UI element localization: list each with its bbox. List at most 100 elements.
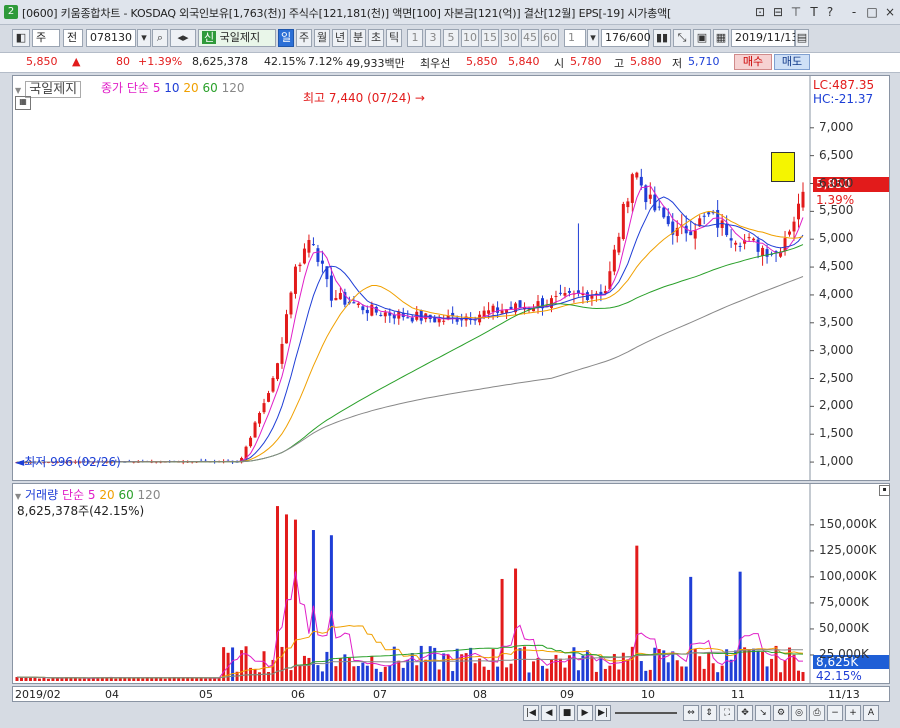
volume-bar <box>783 660 787 681</box>
fullscreen-icon[interactable]: ⛶ <box>719 705 735 721</box>
save-icon[interactable]: ▣ <box>693 29 711 47</box>
volume-bar <box>78 678 82 681</box>
interval-60-button[interactable]: 60 <box>541 29 559 47</box>
candle-body <box>406 317 410 319</box>
close-button[interactable]: × <box>882 4 898 20</box>
minimize-button[interactable]: - <box>846 4 862 20</box>
view-select[interactable]: 전 <box>63 29 83 47</box>
volume-bar <box>540 665 544 681</box>
volume-bar <box>761 651 765 681</box>
interval-5-button[interactable]: 5 <box>443 29 459 47</box>
up-arrow-icon: ▲ <box>72 55 81 68</box>
code-dropdown-icon[interactable]: ▾ <box>137 29 151 47</box>
volume-bar <box>284 514 288 681</box>
interval-10-button[interactable]: 10 <box>461 29 479 47</box>
zoom-range-icon[interactable]: ⇕ <box>701 705 717 721</box>
volume-value: 8,625,378 <box>192 55 248 68</box>
volume-bar <box>716 672 720 681</box>
bars-icon[interactable]: ▮▮ <box>653 29 671 47</box>
candle-body <box>311 244 315 246</box>
volume-collapse-icon[interactable]: ▼ <box>15 492 21 501</box>
add-icon[interactable]: + <box>845 705 861 721</box>
grid-toggle-icon[interactable]: ▦ <box>15 96 31 110</box>
order-marker[interactable] <box>771 152 795 182</box>
volume-bar <box>428 646 432 681</box>
zoom-fit-icon[interactable]: ⇔ <box>683 705 699 721</box>
period-month-button[interactable]: 월 <box>314 29 330 47</box>
maximize-button[interactable]: □ <box>864 4 880 20</box>
zoom-slider-track[interactable] <box>615 712 677 714</box>
market-select[interactable]: 주 <box>32 29 60 47</box>
settings-icon[interactable]: ⚙ <box>773 705 789 721</box>
price-chart-panel[interactable]: ▼ 국일제지 종가 단순 5 10 20 60 120 ▦ LC:487.35 … <box>12 75 890 481</box>
volume-tick-label: 150,000K <box>819 516 877 531</box>
scroll-prev-icon[interactable]: ◀ <box>541 705 557 721</box>
ma20-line <box>17 210 804 463</box>
volume-panel-menu-icon[interactable]: ▪ <box>879 485 890 496</box>
candle-body <box>626 201 630 208</box>
stock-name-field[interactable]: 신 국일제지 <box>198 29 276 47</box>
volume-bar <box>311 530 315 681</box>
text-icon[interactable]: T <box>806 4 822 20</box>
help-icon[interactable]: ? <box>822 4 838 20</box>
period-week-button[interactable]: 주 <box>296 29 312 47</box>
candle-body <box>356 303 360 305</box>
volume-bar <box>302 655 306 681</box>
sell-button[interactable]: 매도 <box>774 54 810 70</box>
crosshair-icon[interactable]: ✥ <box>737 705 753 721</box>
interval-30-button[interactable]: 30 <box>501 29 519 47</box>
volume-bar <box>19 677 23 681</box>
volume-bar <box>675 660 679 681</box>
candle-body <box>644 185 648 203</box>
scroll-last-icon[interactable]: ▶| <box>595 705 611 721</box>
period-day-button[interactable]: 일 <box>278 29 294 47</box>
print-icon[interactable]: ⎙ <box>809 705 825 721</box>
stock-code-input[interactable]: 078130 <box>86 29 136 47</box>
volume-bar <box>289 670 293 681</box>
interval-input[interactable]: 1 <box>564 29 586 47</box>
stop-icon[interactable]: ■ <box>559 705 575 721</box>
hc-label: HC:-21.37 <box>813 92 874 106</box>
chart-type-icon[interactable]: ◧ <box>12 29 30 47</box>
candle-body <box>630 174 634 203</box>
pin-icon[interactable]: ⊤ <box>788 4 804 20</box>
grid-icon[interactable]: ▦ <box>713 29 729 47</box>
search-icon[interactable]: ⌕ <box>152 29 168 47</box>
split-icon[interactable]: ⊟ <box>770 4 786 20</box>
volume-chart-panel[interactable]: ▼ 거래량 단순 5 20 60 120 8,625,378주(42.15%) … <box>12 483 890 684</box>
interval-15-button[interactable]: 15 <box>481 29 499 47</box>
camera-icon[interactable]: ◎ <box>791 705 807 721</box>
candle-body <box>334 298 338 301</box>
interval-1-button[interactable]: 1 <box>407 29 423 47</box>
volume-bar <box>316 665 320 681</box>
low-label: 저 <box>672 57 683 70</box>
calendar-icon[interactable]: ▤ <box>795 29 809 47</box>
volume-bar <box>698 656 702 681</box>
date-field[interactable]: 2019/11/13 <box>731 29 798 47</box>
zoom-icon[interactable]: ⤡ <box>673 29 691 47</box>
interval-dropdown-icon[interactable]: ▾ <box>587 29 599 47</box>
period-tick-button[interactable]: 틱 <box>386 29 402 47</box>
buy-button[interactable]: 매수 <box>734 54 772 70</box>
period-second-button[interactable]: 초 <box>368 29 384 47</box>
period-year-button[interactable]: 년 <box>332 29 348 47</box>
volume-bar <box>163 678 167 681</box>
data-count-field[interactable]: 176/600 <box>601 29 651 47</box>
remove-icon[interactable]: − <box>827 705 843 721</box>
layout-icon[interactable]: ⊡ <box>752 4 768 20</box>
candle-body <box>298 264 302 267</box>
scroll-next-icon[interactable]: ▶ <box>577 705 593 721</box>
collapse-icon[interactable]: ▼ <box>15 86 21 95</box>
candle-body <box>316 248 320 262</box>
scroll-first-icon[interactable]: |◀ <box>523 705 539 721</box>
arrow-tool-icon[interactable]: ↘ <box>755 705 771 721</box>
font-size-icon[interactable]: A <box>863 705 879 721</box>
interval-3-button[interactable]: 3 <box>425 29 441 47</box>
candle-body <box>500 310 504 314</box>
interval-45-button[interactable]: 45 <box>521 29 539 47</box>
volume-bar <box>797 670 801 681</box>
sound-icon[interactable]: ◂▸ <box>170 29 196 47</box>
price-tick-label: 2,500 <box>819 370 854 385</box>
period-minute-button[interactable]: 분 <box>350 29 366 47</box>
volume-bar <box>774 645 778 681</box>
